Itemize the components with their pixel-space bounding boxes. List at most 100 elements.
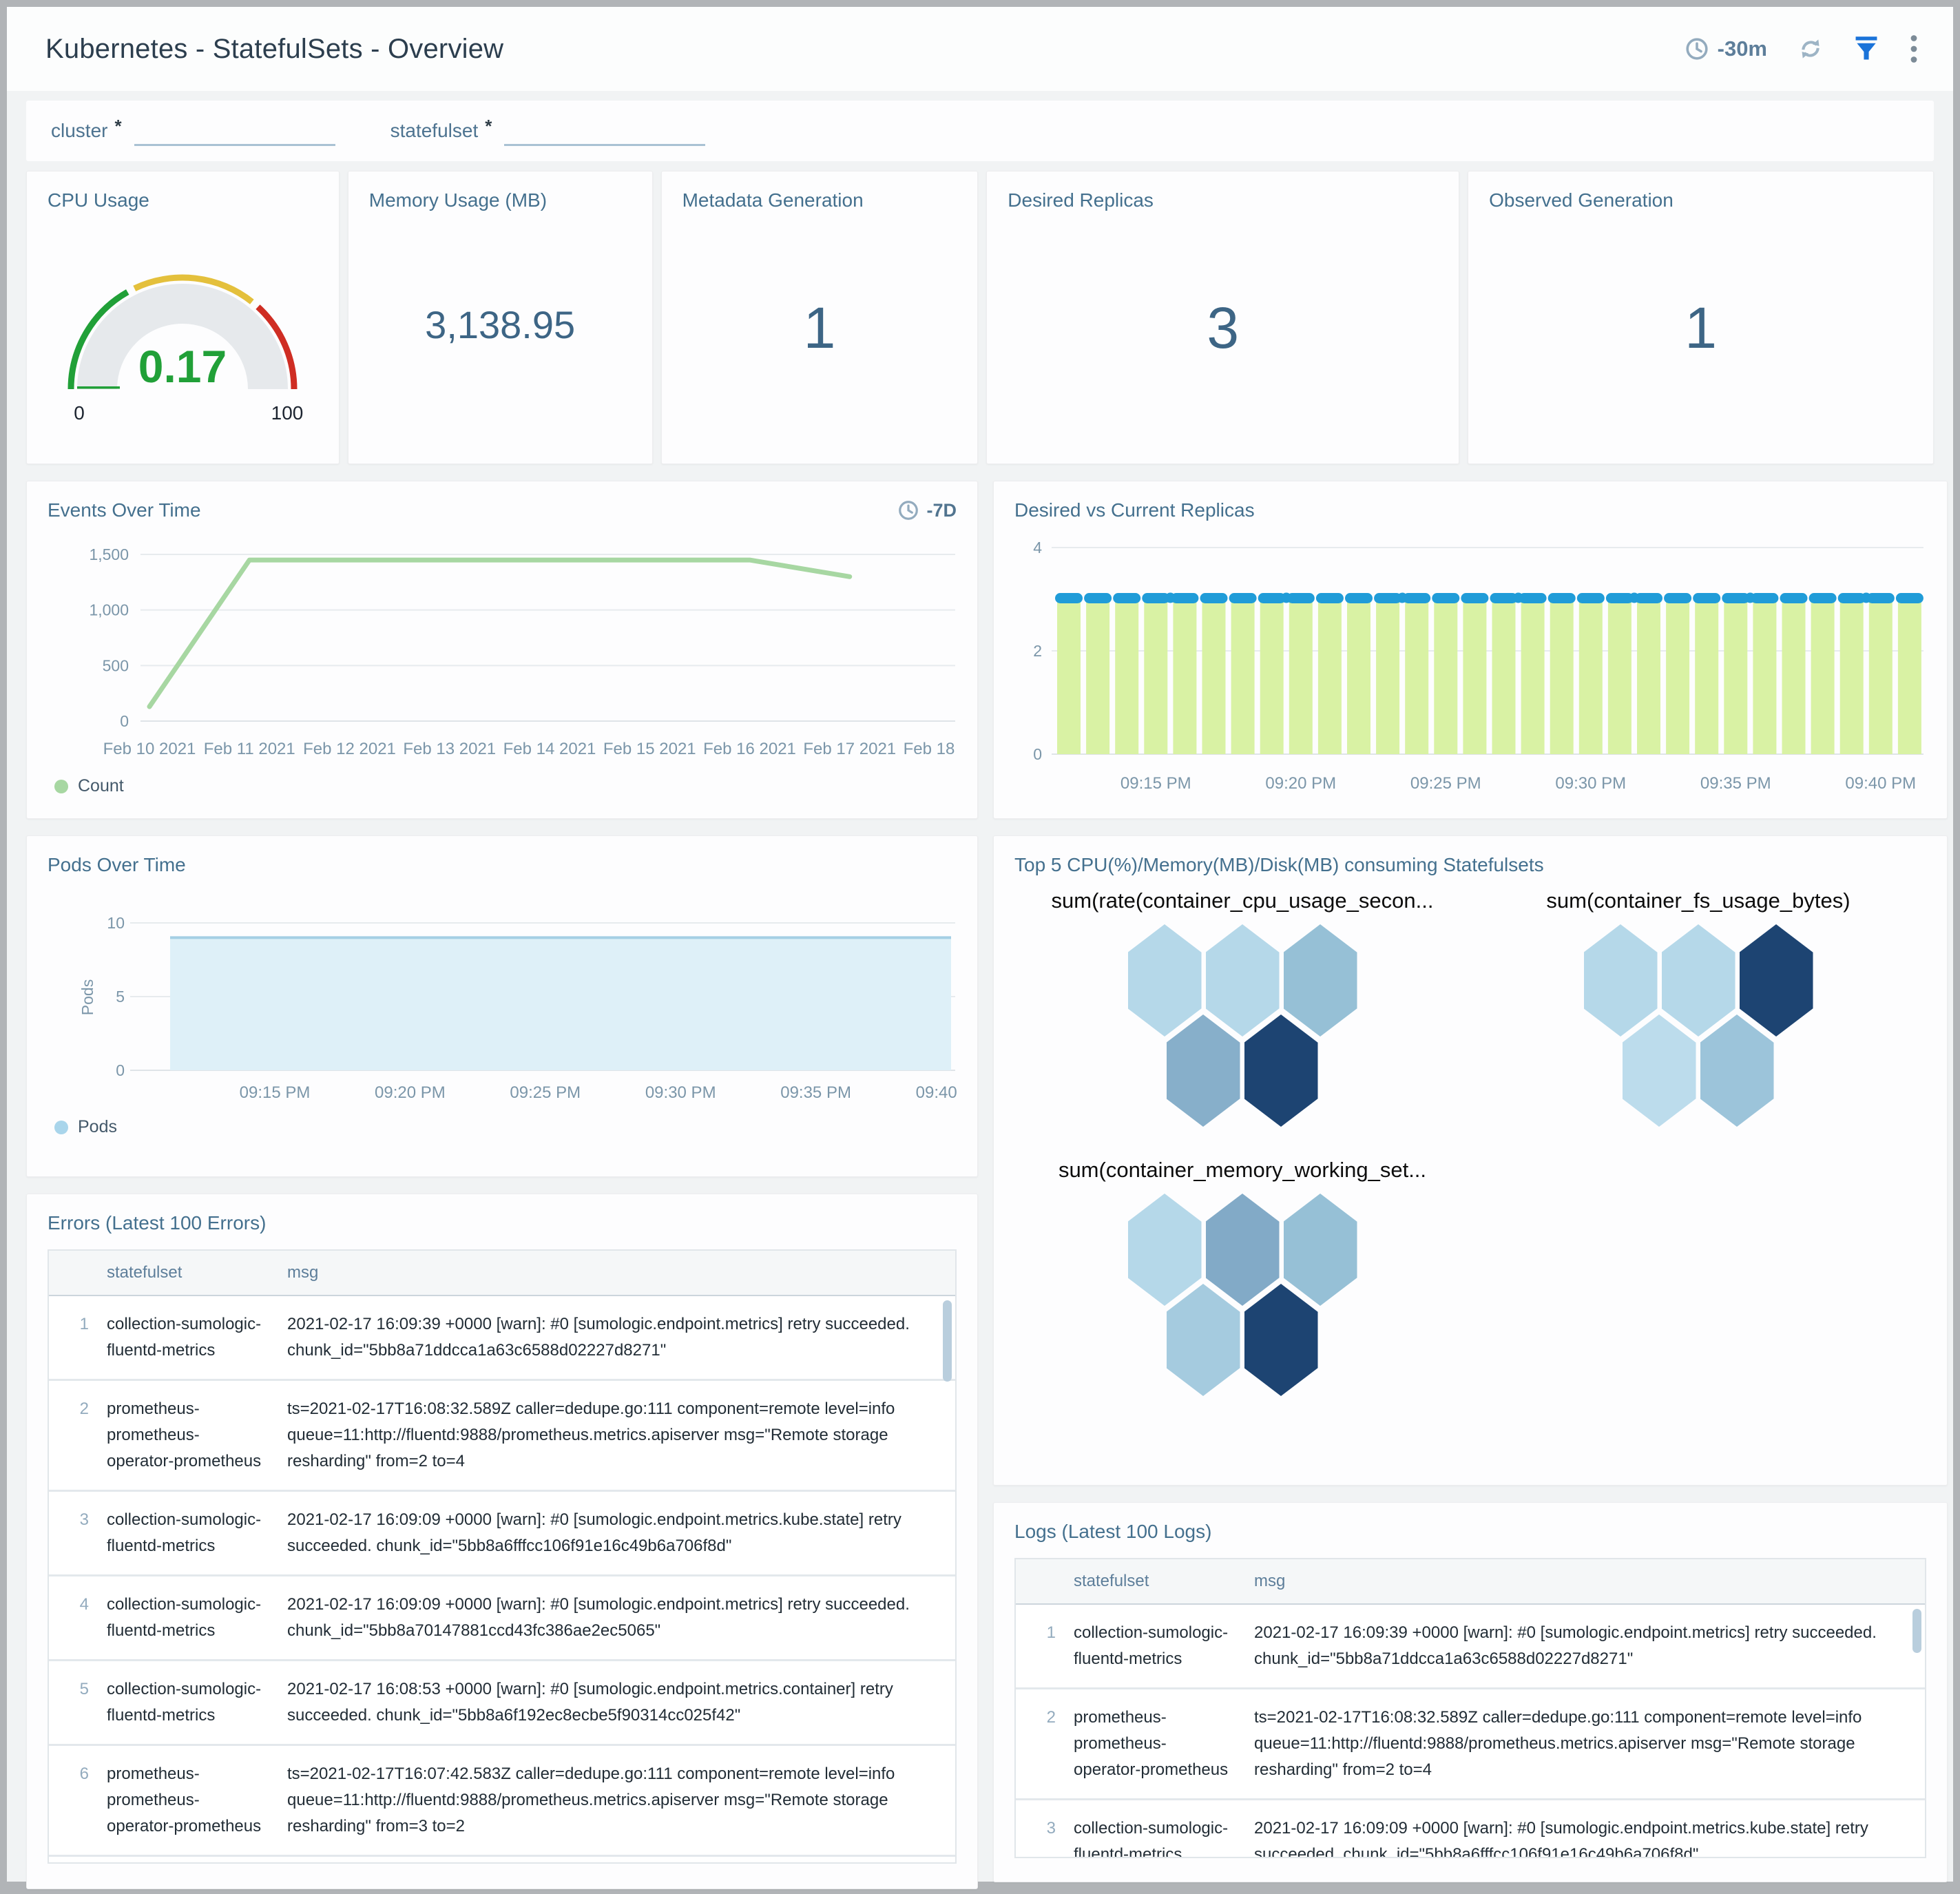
- panel-top5: Top 5 CPU(%)/Memory(MB)/Disk(MB) consumi…: [993, 835, 1948, 1486]
- refresh-button[interactable]: [1797, 36, 1824, 62]
- errors-scrollbar-thumb[interactable]: [943, 1300, 952, 1382]
- hex-cell[interactable]: [1700, 1014, 1774, 1127]
- svg-text:09:15 PM: 09:15 PM: [1120, 774, 1191, 793]
- hex-cell[interactable]: [1622, 1014, 1696, 1127]
- panel-title: Logs (Latest 100 Logs): [1014, 1521, 1212, 1542]
- events-time-range-label: -7D: [926, 499, 957, 521]
- refresh-icon: [1802, 39, 1820, 59]
- memory-usage-value: 3,138.95: [425, 302, 576, 346]
- row-number: 1: [1046, 1623, 1056, 1642]
- filter-button[interactable]: [1854, 36, 1879, 62]
- events-legend[interactable]: Count: [54, 776, 957, 796]
- panel-logs: Logs (Latest 100 Logs) statefulset msg 1…: [993, 1502, 1948, 1882]
- cell-msg: ts=2021-02-17T16:07:42.583Z caller=dedup…: [287, 1765, 895, 1835]
- hex-cell[interactable]: [1205, 1194, 1280, 1306]
- table-row: 3 collection-sumologic-fluentd-metrics 202…: [49, 1492, 955, 1576]
- events-time-range-control[interactable]: -7D: [897, 499, 957, 521]
- table-row: 7collection-2021-02-17 16:08:29 +0000 [w…: [49, 1857, 955, 1862]
- hex-cell[interactable]: [1739, 924, 1813, 1037]
- svg-text:09:20 PM: 09:20 PM: [375, 1083, 446, 1102]
- panel-title: Observed Generation: [1489, 189, 1674, 211]
- kebab-icon: [1910, 35, 1917, 63]
- hex-cell[interactable]: [1244, 1014, 1318, 1127]
- replicas-bar-chart: 4 2 0 09:15 PM 09:20 PM 09:25 PM 09:30 PM 09:35…: [1014, 525, 1926, 801]
- panel-memory-usage: Memory Usage (MB) 3,138.95: [347, 171, 653, 464]
- panel-title: Pods Over Time: [48, 854, 186, 875]
- dashboard-window: Kubernetes - StatefulSets - Overview -30…: [0, 0, 1960, 1894]
- hex-cell[interactable]: [1583, 924, 1658, 1037]
- svg-text:Feb 10 2021: Feb 10 2021: [103, 740, 196, 758]
- kebab-menu-button[interactable]: [1909, 34, 1919, 64]
- legend-label: Pods: [78, 1117, 117, 1136]
- table-row: 3 collection-sumologic-fluentd-metrics 202…: [1016, 1800, 1925, 1857]
- panel-title: Metadata Generation: [682, 189, 864, 211]
- statefulset-required-marker: *: [485, 116, 492, 136]
- svg-text:09:15 PM: 09:15 PM: [240, 1083, 311, 1102]
- cell-statefulset: collection-sumologic-fluentd-metrics: [1074, 1623, 1229, 1668]
- page-title: Kubernetes - StatefulSets - Overview: [45, 33, 504, 64]
- hex-cell[interactable]: [1166, 1284, 1240, 1396]
- time-range-control[interactable]: -30m: [1685, 37, 1767, 61]
- legend-label: Count: [78, 776, 124, 795]
- clock-icon: [899, 501, 919, 520]
- svg-text:Feb 18 2021: Feb 18 2021: [904, 740, 958, 758]
- hex-cell[interactable]: [1244, 1284, 1318, 1396]
- hex-cell[interactable]: [1283, 924, 1357, 1037]
- time-range-label: -30m: [1717, 37, 1767, 61]
- cell-statefulset: collection-sumologic-fluentd-metrics: [107, 1595, 262, 1640]
- svg-text:09:35 PM: 09:35 PM: [780, 1083, 851, 1102]
- pods-legend[interactable]: Pods: [54, 1117, 957, 1137]
- cell-msg: ts=2021-02-17T16:08:32.589Z caller=dedup…: [287, 1399, 895, 1470]
- column-header-statefulset: statefulset: [1074, 1572, 1149, 1590]
- table-row: 5 collection-sumologic-fluentd-metrics 202…: [49, 1661, 955, 1746]
- svg-text:Pods: Pods: [79, 979, 96, 1015]
- panel-cpu-usage: CPU Usage 0.17 0 100: [26, 171, 340, 464]
- hex-cell[interactable]: [1283, 1194, 1357, 1306]
- hex-cell[interactable]: [1661, 924, 1735, 1037]
- honeycomb-title: sum(rate(container_cpu_usage_secon...: [1051, 888, 1434, 913]
- svg-text:4: 4: [1033, 539, 1042, 556]
- row-number: 6: [79, 1765, 89, 1783]
- table-row: 2 prometheus-prometheus-operator-promethe…: [1016, 1689, 1925, 1800]
- panel-pods-over-time: Pods Over Time 0 5 10 Pods 09:15 PM 09:20 PM 0…: [26, 835, 978, 1177]
- row-number: 3: [1046, 1819, 1056, 1838]
- clock-icon: [1686, 38, 1708, 60]
- hex-cell[interactable]: [1205, 924, 1280, 1037]
- hex-cell[interactable]: [1127, 924, 1202, 1037]
- cell-statefulset: collection-sumologic-fluentd-metrics: [107, 1315, 262, 1360]
- cluster-input[interactable]: [134, 116, 335, 146]
- svg-text:0: 0: [1033, 745, 1042, 763]
- column-header-msg: msg: [1254, 1572, 1286, 1590]
- svg-text:0.17: 0.17: [138, 341, 227, 392]
- app-header: Kubernetes - StatefulSets - Overview -30…: [7, 7, 1953, 91]
- desired-replicas-value: 3: [1207, 295, 1240, 361]
- hex-cell[interactable]: [1127, 1194, 1202, 1306]
- cpu-gauge: 0.17 0 100: [27, 254, 339, 426]
- cell-statefulset: collection-sumologic-fluentd-metrics: [107, 1510, 262, 1555]
- panel-title: Errors (Latest 100 Errors): [48, 1212, 267, 1234]
- row-number: 2: [1046, 1708, 1056, 1727]
- statefulset-input[interactable]: [504, 116, 706, 146]
- filter-bar: cluster * statefulset *: [26, 101, 1934, 161]
- row-number: 1: [79, 1315, 89, 1333]
- logs-scrollbar-thumb[interactable]: [1912, 1609, 1921, 1653]
- logs-table: statefulset msg 1 collection-sumologic-fl…: [1014, 1558, 1926, 1858]
- svg-text:Feb 16 2021: Feb 16 2021: [703, 740, 796, 758]
- svg-text:5: 5: [116, 988, 125, 1006]
- pods-area-chart: 0 5 10 Pods 09:15 PM 09:20 PM 09:25 PM 09:30 PM…: [48, 883, 958, 1110]
- svg-text:Feb 14 2021: Feb 14 2021: [503, 740, 596, 758]
- hex-cell[interactable]: [1166, 1014, 1240, 1127]
- panel-metadata-generation: Metadata Generation 1: [660, 171, 979, 464]
- cell-msg: 2021-02-17 16:09:39 +0000 [warn]: #0 [su…: [1254, 1623, 1877, 1668]
- cell-msg: 2021-02-17 16:09:09 +0000 [warn]: #0 [su…: [287, 1595, 910, 1640]
- cell-statefulset: collection-sumologic-fluentd-metrics: [107, 1680, 262, 1725]
- cell-statefulset: prometheus-prometheus-operator-prometheu…: [1074, 1708, 1229, 1779]
- svg-text:09:25 PM: 09:25 PM: [1410, 774, 1481, 793]
- svg-text:0: 0: [120, 712, 129, 730]
- honeycomb-title: sum(container_fs_usage_bytes): [1546, 888, 1850, 913]
- svg-text:1,000: 1,000: [89, 601, 129, 619]
- row-number: 3: [79, 1510, 89, 1529]
- cell-msg: ts=2021-02-17T16:08:32.589Z caller=dedup…: [1254, 1708, 1862, 1779]
- svg-text:Feb 11 2021: Feb 11 2021: [204, 740, 295, 758]
- svg-text:500: 500: [103, 656, 129, 674]
